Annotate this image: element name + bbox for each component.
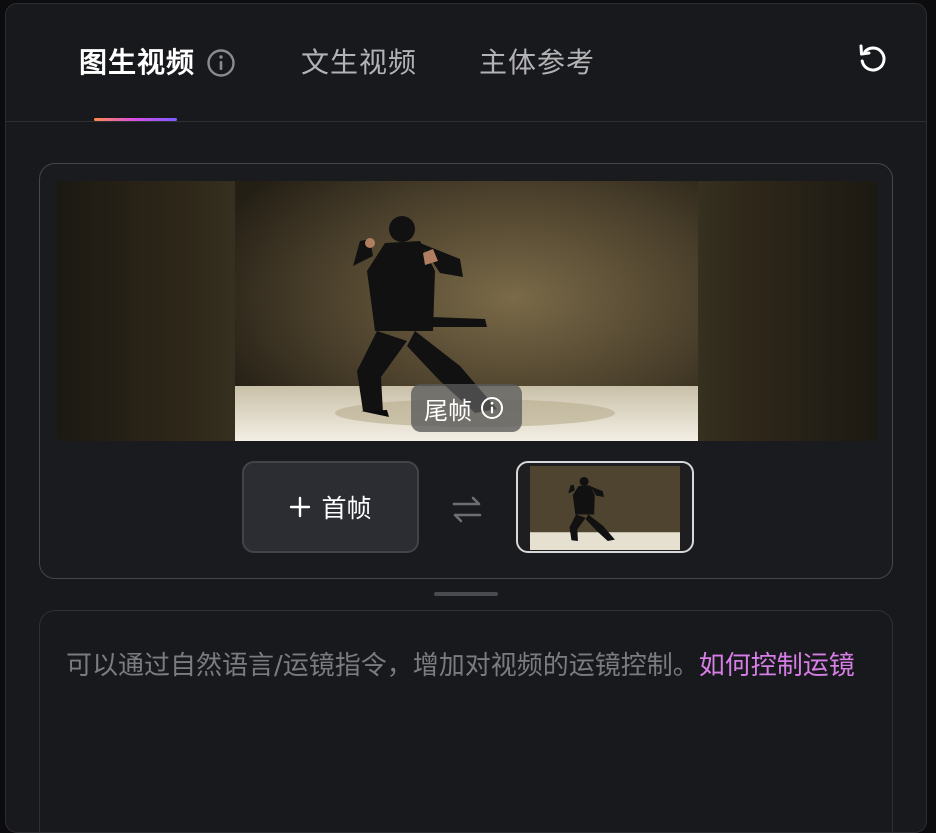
prompt-placeholder-text: 可以通过自然语言/运镜指令，增加对视频的运镜控制。 — [66, 651, 699, 681]
tab-image-to-video[interactable]: 图生视频 — [79, 44, 195, 82]
refresh-icon[interactable] — [856, 42, 890, 76]
preview-blur-left — [57, 181, 235, 441]
video-generation-panel: 图生视频 文生视频 主体参考 尾帧 首帧 可以通过自然语言/运镜指令，增加对视频… — [5, 3, 927, 833]
tab-text-to-video[interactable]: 文生视频 — [301, 44, 417, 82]
camera-control-help-link[interactable]: 如何控制运镜 — [699, 651, 855, 681]
swap-arrows-icon[interactable] — [450, 492, 484, 526]
tail-frame-thumbnail[interactable] — [516, 461, 694, 553]
frame-upload-card: 尾帧 首帧 — [39, 163, 893, 579]
prompt-input[interactable]: 可以通过自然语言/运镜指令，增加对视频的运镜控制。如何控制运镜 — [39, 610, 893, 832]
active-tab-indicator — [94, 118, 177, 121]
info-circle-icon[interactable] — [206, 48, 236, 78]
info-circle-icon — [481, 397, 503, 419]
add-first-frame-button[interactable]: 首帧 — [242, 461, 419, 553]
resize-handle[interactable] — [434, 592, 498, 596]
preview-blur-right — [699, 181, 877, 441]
tab-subject-reference[interactable]: 主体参考 — [479, 44, 595, 82]
frame-preview: 尾帧 — [57, 181, 877, 441]
tail-frame-label: 尾帧 — [424, 396, 472, 425]
plus-icon — [290, 496, 311, 518]
mode-tabs: 图生视频 文生视频 主体参考 — [6, 4, 926, 122]
first-frame-label: 首帧 — [321, 494, 372, 523]
tail-frame-thumbnail-image — [530, 466, 680, 550]
prompt-placeholder: 可以通过自然语言/运镜指令，增加对视频的运镜控制。如何控制运镜 — [66, 645, 886, 687]
tail-frame-badge[interactable]: 尾帧 — [411, 384, 522, 432]
